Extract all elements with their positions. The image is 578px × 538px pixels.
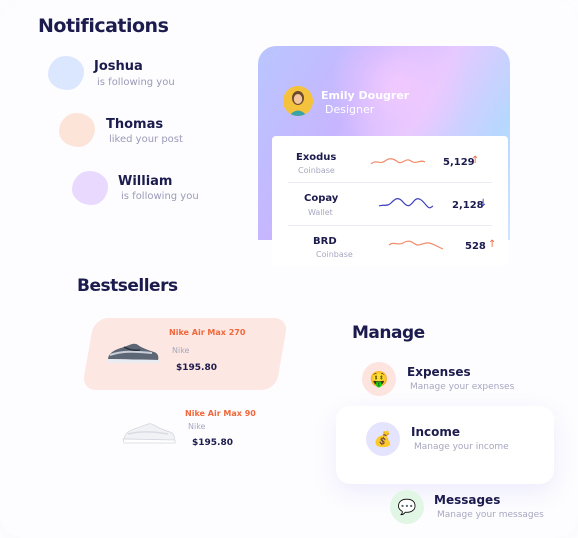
coin-name-copay[interactable]: Copay bbox=[304, 193, 338, 204]
coin-source-brd: Coinbase bbox=[316, 250, 353, 259]
manage-item-subtitle: Manage your messages bbox=[437, 510, 544, 520]
coin-source-copay: Wallet bbox=[308, 208, 333, 217]
sparkline-brd bbox=[388, 240, 444, 250]
wallet-user-role: Designer bbox=[325, 103, 375, 116]
manage-item-title[interactable]: Messages bbox=[434, 493, 500, 507]
coin-value-exodus: 5,129 bbox=[443, 157, 475, 168]
manage-title: Manage bbox=[352, 323, 425, 343]
avatar-joshua bbox=[48, 56, 84, 90]
product-price: $195.80 bbox=[176, 363, 217, 373]
product-name[interactable]: Nike Air Max 270 bbox=[169, 328, 245, 337]
money-face-icon[interactable]: 🤑 bbox=[362, 362, 396, 396]
manage-item-title[interactable]: Expenses bbox=[407, 365, 471, 379]
coin-source-exodus: Coinbase bbox=[298, 166, 335, 175]
bestsellers-title: Bestsellers bbox=[77, 276, 178, 296]
notification-name-thomas[interactable]: Thomas bbox=[106, 117, 163, 132]
manage-item-subtitle: Manage your income bbox=[414, 442, 509, 452]
notification-text-joshua: is following you bbox=[97, 77, 175, 88]
avatar-william bbox=[72, 171, 108, 205]
speech-bubble-icon[interactable]: 💬 bbox=[390, 490, 424, 524]
product-brand: Nike bbox=[172, 346, 190, 355]
avatar-thomas bbox=[59, 113, 95, 147]
product-price: $195.80 bbox=[192, 438, 233, 448]
wallet-user-name: Emily Dougrer bbox=[321, 89, 410, 102]
trend-down-icon: ↓ bbox=[479, 198, 488, 209]
sneaker-icon bbox=[122, 423, 176, 444]
product-name[interactable]: Nike Air Max 90 bbox=[185, 409, 256, 418]
sneaker-icon bbox=[107, 343, 159, 363]
notification-text-thomas: liked your post bbox=[109, 134, 183, 145]
user-avatar[interactable] bbox=[283, 86, 313, 116]
sparkline-copay bbox=[378, 198, 434, 209]
money-bag-icon[interactable]: 💰 bbox=[366, 422, 400, 456]
sparkline-exodus bbox=[370, 158, 426, 165]
coin-value-brd: 528 bbox=[465, 241, 486, 252]
divider bbox=[288, 225, 492, 226]
manage-item-subtitle: Manage your expenses bbox=[410, 382, 515, 392]
notification-name-william[interactable]: William bbox=[118, 174, 172, 189]
product-brand: Nike bbox=[188, 422, 206, 431]
notification-text-william: is following you bbox=[121, 191, 199, 202]
trend-up-icon: ↑ bbox=[471, 155, 480, 166]
divider bbox=[288, 182, 492, 183]
coin-name-exodus[interactable]: Exodus bbox=[296, 152, 336, 163]
coin-name-brd[interactable]: BRD bbox=[313, 236, 337, 247]
notifications-title: Notifications bbox=[38, 15, 169, 37]
trend-up-icon: ↑ bbox=[488, 239, 497, 250]
manage-item-title[interactable]: Income bbox=[411, 425, 460, 439]
notification-name-joshua[interactable]: Joshua bbox=[94, 59, 143, 74]
user-avatar-illustration bbox=[283, 86, 313, 116]
